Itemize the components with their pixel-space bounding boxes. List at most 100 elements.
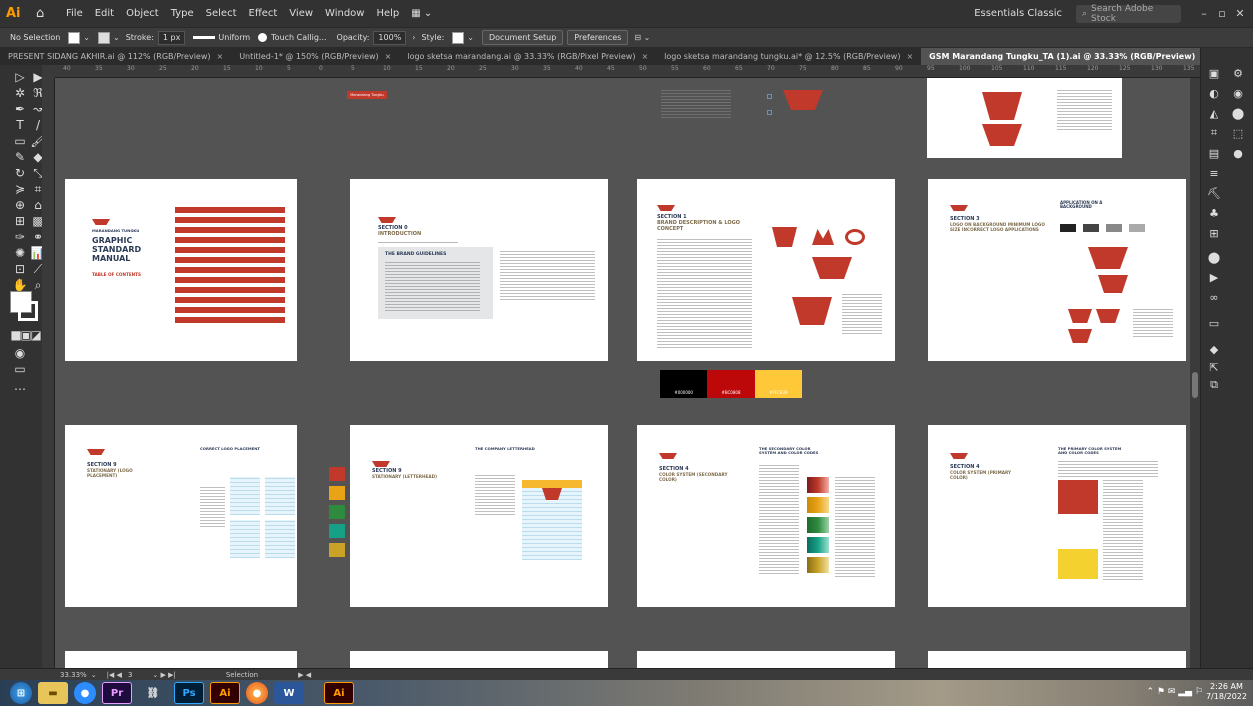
brushes-icon[interactable]: ⬤ xyxy=(1231,106,1245,120)
gradient-panel-icon[interactable]: ⛏ xyxy=(1207,186,1221,200)
system-tray-icons[interactable]: ⌃ ⚑ ✉ ▂▄ ⚐ xyxy=(1146,687,1203,697)
start-button-icon[interactable]: ⊞ xyxy=(10,682,32,704)
artboard-logo-on-background[interactable]: SECTION 3 LOGO ON BACKGROUND MINIMUM LOG… xyxy=(928,179,1186,361)
stroke-swatch[interactable] xyxy=(98,31,110,44)
zoom-dropdown-icon[interactable]: ⌄ xyxy=(91,671,97,679)
close-icon[interactable]: × xyxy=(385,52,392,61)
type-tool-icon[interactable]: T xyxy=(12,117,28,133)
swatch-red[interactable]: #BC0808 xyxy=(707,370,755,398)
tab-logo-sketsa-tungku[interactable]: logo sketsa marandang tungku.ai* @ 12.5%… xyxy=(656,48,921,65)
close-icon[interactable]: × xyxy=(217,52,224,61)
red-label-badge[interactable]: Marandang Tungku xyxy=(347,91,387,99)
opacity-label[interactable]: Opacity: xyxy=(337,33,370,42)
maximize-icon[interactable]: ▫ xyxy=(1213,7,1231,20)
photoshop-icon[interactable]: Ps xyxy=(174,682,204,704)
tab-untitled[interactable]: Untitled-1* @ 150% (RGB/Preview) × xyxy=(231,48,399,65)
stroke-weight-field[interactable]: 1 px xyxy=(157,30,186,45)
shaper-tool-icon[interactable]: ✎ xyxy=(12,149,28,165)
horizontal-ruler[interactable]: 40 35 30 25 20 15 10 5 0 5 10 15 20 25 30 35 40 45 50 55 60 6… xyxy=(55,65,1200,78)
style-swatch[interactable] xyxy=(452,31,465,44)
status-arrow-icon[interactable]: ▶ ◀ xyxy=(298,671,311,679)
menu-object[interactable]: Object xyxy=(126,8,159,19)
export-icon[interactable]: ⇱ xyxy=(1207,360,1221,374)
pen-tool-icon[interactable]: ✒ xyxy=(12,101,28,117)
file-explorer-icon[interactable]: ▬ xyxy=(38,682,68,704)
align-icon[interactable]: ⊟ ⌄ xyxy=(634,33,650,42)
next-artboard-icon[interactable]: ⌄ ▶ ▶| xyxy=(152,671,175,679)
artboard-row3-4[interactable] xyxy=(928,651,1186,668)
menu-window[interactable]: Window xyxy=(325,8,364,19)
word-icon[interactable]: W xyxy=(274,682,304,704)
width-tool-icon[interactable]: ≽ xyxy=(12,181,28,197)
eyedropper-icon[interactable]: ✑ xyxy=(12,229,28,245)
color-swatch[interactable] xyxy=(329,543,345,557)
menu-help[interactable]: Help xyxy=(376,8,399,19)
artboard-stationary-logo-placement[interactable]: SECTION 9 STATIONARY (LOGO PLACEMENT) CO… xyxy=(65,425,297,607)
stroke-color-box[interactable] xyxy=(18,301,38,321)
links-icon[interactable]: ∞ xyxy=(1207,290,1221,304)
zoom-level[interactable]: 33.33% xyxy=(60,671,87,679)
align-panel-icon[interactable]: ◆ xyxy=(1207,342,1221,356)
artboard-primary-color[interactable]: SECTION 4 COLOR SYSTEM (PRIMARY COLOR) T… xyxy=(928,425,1186,607)
zoom-app-icon[interactable]: ● xyxy=(74,682,96,704)
menu-file[interactable]: File xyxy=(66,8,83,19)
first-artboard-icon[interactable]: |◀ ◀ xyxy=(107,671,122,679)
swatch-gold[interactable]: #FFC839 xyxy=(754,370,802,398)
close-icon[interactable]: ✕ xyxy=(1231,7,1249,20)
premiere-icon[interactable]: Pr xyxy=(102,682,132,704)
color-swatch[interactable] xyxy=(329,505,345,519)
workspace-switcher[interactable]: Essentials Classic xyxy=(974,8,1062,19)
appearance-icon[interactable]: ⊞ xyxy=(1207,226,1221,240)
symbol-sprayer-icon[interactable]: ✺ xyxy=(12,245,28,261)
stroke-panel-icon[interactable]: ≡ xyxy=(1207,166,1221,180)
magic-wand-icon[interactable]: ✲ xyxy=(12,85,28,101)
clock[interactable]: 2:26 AM 7/18/2022 xyxy=(1206,682,1247,703)
draw-mode-icon[interactable]: ◉ xyxy=(12,345,28,361)
illustrator-taskbar-icon-2[interactable]: Ai xyxy=(324,682,354,704)
properties-icon[interactable]: ⚙ xyxy=(1231,66,1245,80)
menu-view[interactable]: View xyxy=(289,8,313,19)
close-icon[interactable]: × xyxy=(906,52,913,61)
color-swatch[interactable] xyxy=(329,486,345,500)
color-swatch[interactable] xyxy=(329,467,345,481)
transform-icon[interactable]: ▭ xyxy=(1207,316,1221,330)
scroll-thumb[interactable] xyxy=(1192,372,1198,398)
rotate-tool-icon[interactable]: ↻ xyxy=(12,165,28,181)
play-icon[interactable]: ▶ xyxy=(1207,270,1221,284)
artboard-row3-3[interactable] xyxy=(637,651,895,668)
color-strip[interactable]: #000000 #BC0808 #FFC839 xyxy=(660,370,802,398)
more-tools-icon[interactable]: ⋯ xyxy=(12,381,28,397)
menu-effect[interactable]: Effect xyxy=(249,8,278,19)
preferences-button[interactable]: Preferences xyxy=(567,30,629,45)
style-dropdown-icon[interactable]: ⌄ xyxy=(467,33,474,42)
search-stock-input[interactable]: ⌕ Search Adobe Stock xyxy=(1076,4,1181,24)
vertical-ruler[interactable] xyxy=(42,78,55,668)
artboard-tool-icon[interactable]: ⊡ xyxy=(12,261,28,277)
artboards-icon[interactable]: ● xyxy=(1231,146,1245,160)
mesh-tool-icon[interactable]: ⊞ xyxy=(12,213,28,229)
screen-mode-icon[interactable]: ▭ xyxy=(12,361,28,377)
pathfinder-icon[interactable]: ⧉ xyxy=(1207,378,1221,392)
color-guide-icon[interactable]: ◐ xyxy=(1207,86,1221,100)
swatches-icon[interactable]: ◭ xyxy=(1207,106,1221,120)
tab-logo-sketsa[interactable]: logo sketsa marandang.ai @ 33.33% (RGB/P… xyxy=(399,48,656,65)
ruler-origin[interactable] xyxy=(42,65,55,78)
brush-dropdown[interactable]: Touch Callig... xyxy=(271,33,326,42)
network-app-icon[interactable]: ⛓ xyxy=(138,682,168,704)
color-icon[interactable]: ◉ xyxy=(1231,86,1245,100)
illustrator-taskbar-icon[interactable]: Ai xyxy=(210,682,240,704)
artboard-row3-1[interactable] xyxy=(65,651,297,668)
artboard-stationary-letterhead[interactable]: SECTION 9 STATIONARY (LETTERHEAD) THE CO… xyxy=(350,425,608,607)
artboard-introduction[interactable]: SECTION 0 INTRODUCTION THE BRAND GUIDELI… xyxy=(350,179,608,361)
shape-builder-icon[interactable]: ⊕ xyxy=(12,197,28,213)
libraries-icon[interactable]: ▣ xyxy=(1207,66,1221,80)
artboard-row3-2[interactable] xyxy=(350,651,608,668)
swatch-black[interactable]: #000000 xyxy=(660,370,708,398)
menu-edit[interactable]: Edit xyxy=(95,8,114,19)
menu-select[interactable]: Select xyxy=(206,8,237,19)
graphic-styles-icon[interactable]: ⬚ xyxy=(1231,126,1245,140)
arrange-documents-icon[interactable]: ▦ ⌄ xyxy=(411,8,432,19)
layers-icon[interactable]: ▤ xyxy=(1207,146,1221,160)
fill-swatch[interactable] xyxy=(68,31,81,44)
document-setup-button[interactable]: Document Setup xyxy=(482,30,564,45)
